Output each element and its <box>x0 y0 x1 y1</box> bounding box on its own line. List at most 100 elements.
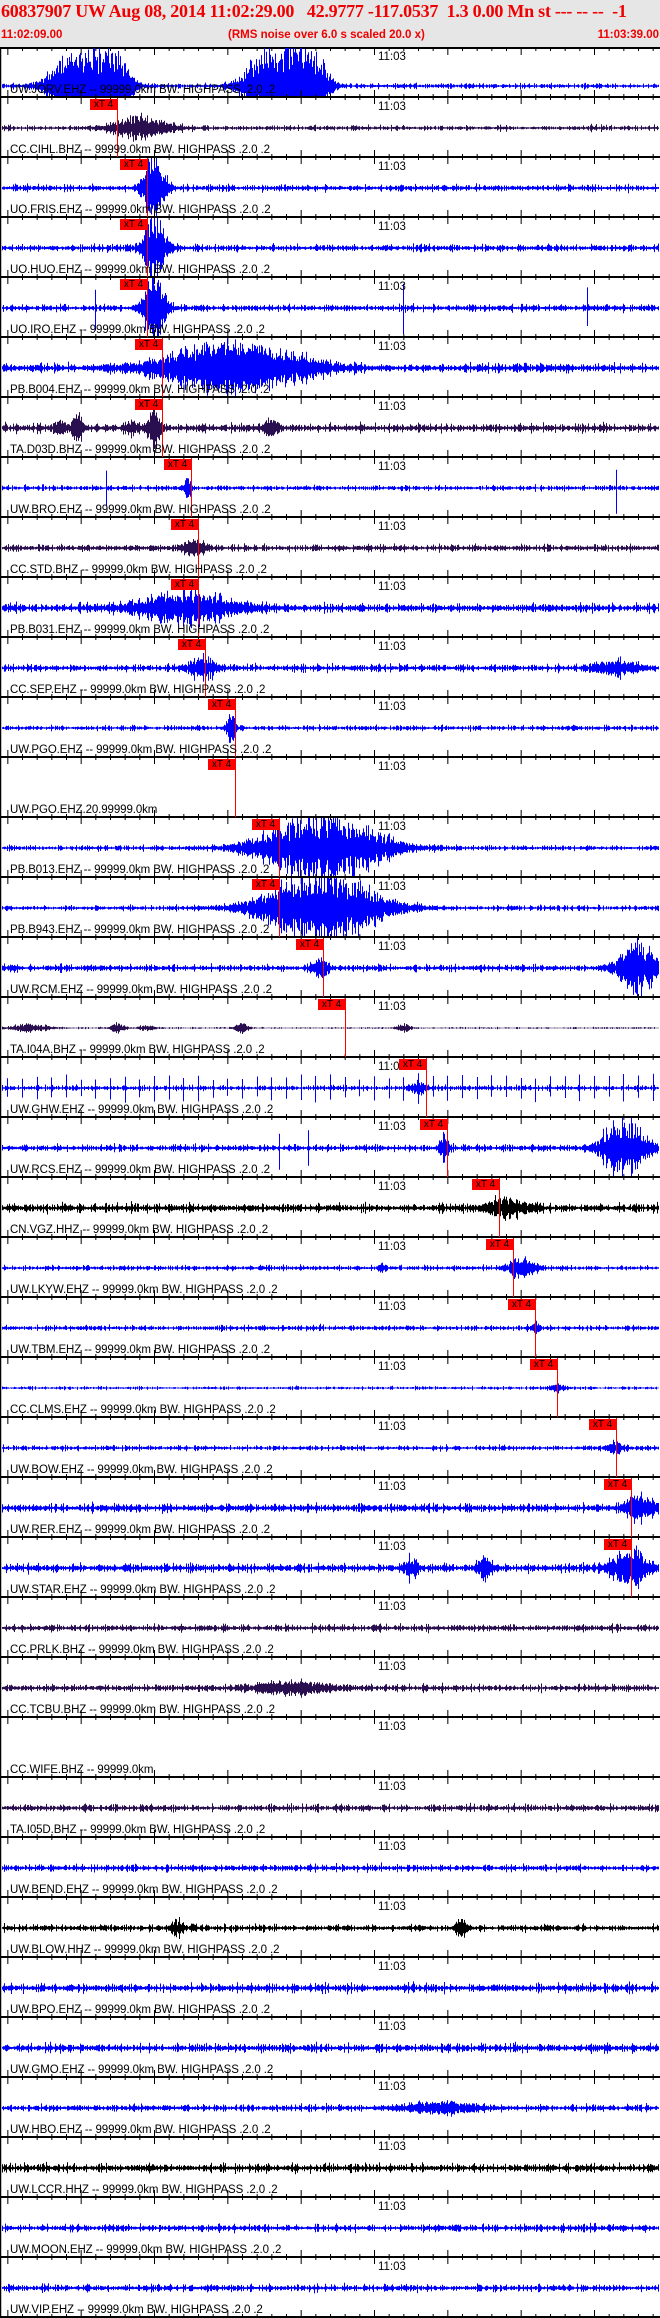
station-label: UW.VIP.EHZ -- 99999.0km BW. HIGHPASS .2.… <box>10 2304 263 2316</box>
pick-marker[interactable]: xT 4 <box>119 159 148 170</box>
pick-marker[interactable]: xT 4 <box>251 819 280 830</box>
pick-marker[interactable]: xT 4 <box>134 399 163 410</box>
waveform-trace <box>2 1491 659 1525</box>
station-label: TA.I05D.BHZ -- 99999.0km BW. HIGHPASS .2… <box>10 1824 266 1836</box>
minute-label: 11:03 <box>378 1001 406 1013</box>
rms-note: (RMS noise over 6.0 s scaled 20.0 x) <box>228 29 425 41</box>
pick-marker[interactable]: xT 4 <box>207 699 236 710</box>
pick-marker[interactable]: xT 4 <box>603 1539 632 1550</box>
minute-label: 11:03 <box>378 1481 406 1493</box>
station-label: UW.BPO.EHZ -- 99999.0km BW. HIGHPASS .2.… <box>10 2004 270 2016</box>
pick-marker[interactable]: xT 4 <box>485 1239 514 1250</box>
waveform-trace <box>2 2161 659 2175</box>
waveform-trace <box>2 1545 659 1590</box>
minute-label: 11:03 <box>378 341 406 353</box>
pick-marker[interactable]: xT 4 <box>251 879 280 890</box>
minute-label: 11:03 <box>378 1301 406 1313</box>
pick-marker[interactable]: xT 4 <box>317 999 346 1010</box>
minute-label: 11:03 <box>378 1541 406 1553</box>
minute-label: 11:03 <box>378 401 406 413</box>
pick-marker[interactable]: xT 4 <box>170 519 199 530</box>
waveform-trace <box>2 112 659 142</box>
minute-label: 11:03 <box>378 641 406 653</box>
station-label: UW.GHW.EHZ -- 99999.0km BW. HIGHPASS .2.… <box>10 1104 274 1116</box>
minute-label: 11:03 <box>378 941 406 953</box>
pick-marker[interactable]: xT 4 <box>119 219 148 230</box>
pick-marker[interactable]: xT 4 <box>529 1359 558 1370</box>
minute-label: 11:03 <box>378 2021 406 2033</box>
event-header: 60837907 UW Aug 08, 2014 11:02:29.00 42.… <box>0 0 660 47</box>
pick-marker[interactable]: xT 4 <box>588 1419 617 1430</box>
pick-marker[interactable]: xT 4 <box>163 459 192 470</box>
minute-label: 11:03 <box>378 1901 406 1913</box>
station-label: UO.HUO.EHZ -- 99999.0km BW. HIGHPASS .2.… <box>10 264 270 276</box>
minute-label: 11:03 <box>378 1421 406 1433</box>
waveform-trace <box>2 1678 659 1698</box>
waveform-trace <box>2 1917 659 1939</box>
minute-label: 11:03 <box>378 581 406 593</box>
waveform-trace <box>2 1862 659 1873</box>
waveform-trace <box>2 714 659 743</box>
pick-marker[interactable]: xT 4 <box>419 1119 448 1130</box>
pick-marker[interactable]: xT 4 <box>507 1299 536 1310</box>
pick-marker[interactable]: xT 4 <box>603 1479 632 1490</box>
waveform-trace <box>2 1439 659 1455</box>
station-label: CN.VGZ.HHZ -- 99999.0km BW. HIGHPASS .2.… <box>10 1224 269 1236</box>
station-label: UW.JORV.EHZ -- 99999.0km BW. HIGHPASS .2… <box>10 84 275 96</box>
waveform-trace <box>2 1073 659 1104</box>
pick-marker[interactable]: xT 4 <box>89 99 118 110</box>
station-label: CC.CIHL.BHZ -- 99999.0km BW. HIGHPASS .2… <box>10 144 270 156</box>
minute-label: 11:03 <box>378 1961 406 1973</box>
station-label: UW.MOON.EHZ -- 99999.0km BW. HIGHPASS .2… <box>10 2244 282 2256</box>
minute-label: 11:03 <box>378 2201 406 2213</box>
waveform-trace <box>2 2100 659 2117</box>
minute-label: 11:03 <box>378 221 406 233</box>
pick-marker[interactable]: xT 4 <box>134 339 163 350</box>
station-label: CC.WIFE.BHZ -- 99999.0km <box>10 1764 154 1776</box>
station-label: CC.PRLK.BHZ -- 99999.0km BW. HIGHPASS .2… <box>10 1644 274 1656</box>
pick-marker[interactable]: xT 4 <box>177 639 206 650</box>
pick-marker[interactable]: xT 4 <box>295 939 324 950</box>
pick-marker[interactable]: xT 4 <box>207 759 236 770</box>
minute-label: 11:03 <box>378 1361 406 1373</box>
waveform-trace <box>2 1981 659 1995</box>
minute-label: 11:03 <box>378 701 406 713</box>
station-label: PB.B943.EHZ -- 99999.0km BW. HIGHPASS .2… <box>10 924 270 936</box>
station-label: UO.IRO.EHZ -- 99999.0km BW. HIGHPASS .2.… <box>10 324 265 336</box>
station-label: CC.CLMS.EHZ -- 99999.0km BW. HIGHPASS .2… <box>10 1404 276 1416</box>
pick-marker[interactable]: xT 4 <box>398 1059 427 1070</box>
station-label: CC.STD.BHZ -- 99999.0km BW. HIGHPASS .2.… <box>10 564 267 576</box>
minute-label: 11:03 <box>378 2261 406 2273</box>
pick-marker[interactable]: xT 4 <box>471 1179 500 1190</box>
end-time: 11:03:39.00 <box>597 29 659 41</box>
seismogram-plot: UW.JORV.EHZ -- 99999.0km BW. HIGHPASS .2… <box>0 47 660 2318</box>
minute-label: 11:03 <box>378 1781 406 1793</box>
station-label: UW.STAR.EHZ -- 99999.0km BW. HIGHPASS .2… <box>10 1584 276 1596</box>
waveform-trace <box>2 2282 659 2294</box>
station-label: UW.BRO.EHZ -- 99999.0km BW. HIGHPASS .2.… <box>10 504 271 516</box>
event-title: 60837907 UW Aug 08, 2014 11:02:29.00 42.… <box>1 1 627 21</box>
waveform-trace <box>2 2222 659 2234</box>
station-label: UW.RCM.EHZ -- 99999.0km BW. HIGHPASS .2.… <box>10 984 272 996</box>
station-label: TA.I04A.BHZ -- 99999.0km BW. HIGHPASS .2… <box>10 1044 265 1056</box>
station-label: UW.PGO.EHZ -- 99999.0km BW. HIGHPASS .2.… <box>10 744 272 756</box>
minute-label: 11:03 <box>378 881 406 893</box>
minute-label: 11:03 <box>378 1841 406 1853</box>
station-label: UW.RCS.EHZ -- 99999.0km BW. HIGHPASS .2.… <box>10 1164 270 1176</box>
minute-label: 11:03 <box>378 51 406 63</box>
pick-marker[interactable]: xT 4 <box>170 579 199 590</box>
waveform-trace <box>2 1195 659 1221</box>
pick-marker[interactable]: xT 4 <box>119 279 148 290</box>
minute-label: 11:03 <box>378 1601 406 1613</box>
station-label: UW.LKYW.EHZ -- 99999.0km BW. HIGHPASS .2… <box>10 1284 278 1296</box>
station-label: PB.B013.EHZ -- 99999.0km BW. HIGHPASS .2… <box>10 864 270 876</box>
minute-label: 11:03 <box>378 1181 406 1193</box>
station-label: UW.BOW.EHZ -- 99999.0km BW. HIGHPASS .2.… <box>10 1464 273 1476</box>
waveform-trace <box>2 653 659 682</box>
station-label: UW.HBO.EHZ -- 99999.0km BW. HIGHPASS .2.… <box>10 2124 271 2136</box>
waveform-trace <box>2 586 659 629</box>
minute-label: 11:03 <box>378 2141 406 2153</box>
station-label: UW.PGO.EHZ.20.99999.0km <box>10 804 158 816</box>
station-label: CC.SEP.EHZ -- 99999.0km BW. HIGHPASS .2.… <box>10 684 266 696</box>
station-label: UW.LCCR.HHZ -- 99999.0km BW. HIGHPASS .2… <box>10 2184 278 2196</box>
